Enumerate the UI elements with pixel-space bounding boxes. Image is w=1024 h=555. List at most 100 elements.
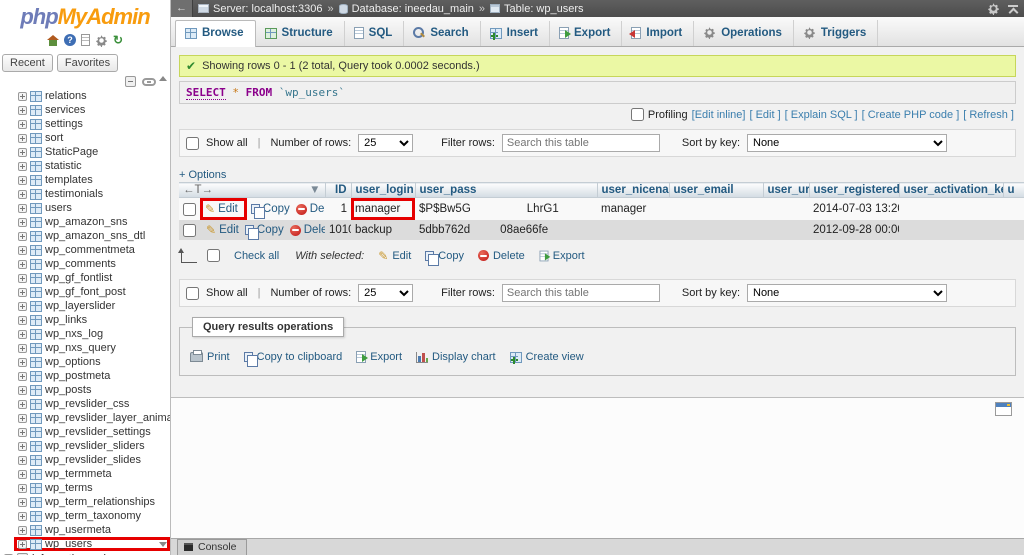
actions-column-header[interactable]: ←T→ ▼ bbox=[179, 183, 325, 198]
recent-button[interactable]: Recent bbox=[2, 54, 53, 72]
sidebar-table-item[interactable]: wp_nxs_log bbox=[14, 327, 170, 341]
expand-icon[interactable] bbox=[18, 456, 27, 465]
edit-inline-link[interactable]: [Edit inline] bbox=[692, 109, 746, 121]
sidebar-table-item[interactable]: wp_revslider_layer_animat bbox=[14, 411, 170, 425]
expand-icon[interactable] bbox=[18, 428, 27, 437]
sidebar-table-item[interactable]: wp_revslider_css bbox=[14, 397, 170, 411]
copy-to-clipboard-link[interactable]: Copy to clipboard bbox=[244, 351, 343, 363]
column-header-id[interactable]: ID bbox=[325, 183, 351, 198]
home-icon[interactable] bbox=[47, 35, 59, 46]
breadcrumb-database[interactable]: Database: ineedau_main bbox=[339, 3, 474, 15]
expand-icon[interactable] bbox=[18, 498, 27, 507]
column-header-user-nicename[interactable]: user_nicename bbox=[597, 183, 669, 198]
sidebar-table-item[interactable]: wp_gf_fontlist bbox=[14, 271, 170, 285]
expand-icon[interactable] bbox=[18, 302, 27, 311]
delete-row-link[interactable]: Delete bbox=[290, 224, 325, 236]
sidebar-table-item[interactable]: settings bbox=[14, 117, 170, 131]
expand-icon[interactable] bbox=[18, 274, 27, 283]
sidebar-table-item[interactable]: wp_postmeta bbox=[14, 369, 170, 383]
display-chart-link[interactable]: Display chart bbox=[416, 351, 496, 363]
console-toggle[interactable]: Console bbox=[177, 539, 247, 555]
sort-by-key-select[interactable]: None bbox=[747, 134, 947, 152]
sidebar-table-item[interactable]: relations bbox=[14, 89, 170, 103]
tab-browse[interactable]: Browse bbox=[175, 20, 256, 47]
expand-icon[interactable] bbox=[18, 414, 27, 423]
copy-row-link[interactable]: Copy bbox=[251, 203, 290, 215]
breadcrumb-table[interactable]: Table: wp_users bbox=[490, 3, 584, 15]
options-toggle[interactable]: + Options bbox=[179, 169, 226, 181]
print-link[interactable]: Print bbox=[190, 351, 230, 363]
page-settings-window-icon[interactable] bbox=[995, 402, 1012, 416]
expand-icon[interactable] bbox=[18, 218, 27, 227]
link-panel-icon[interactable] bbox=[142, 78, 156, 86]
reload-icon[interactable]: ↻ bbox=[113, 34, 123, 46]
sidebar-table-item[interactable]: statistic bbox=[14, 159, 170, 173]
num-rows-select[interactable]: 25 bbox=[358, 284, 413, 302]
sort-desc-icon[interactable]: ▼ bbox=[309, 184, 320, 196]
page-settings-icon[interactable] bbox=[987, 2, 1000, 15]
sidebar-table-item[interactable]: wp_terms bbox=[14, 481, 170, 495]
tab-operations[interactable]: Operations bbox=[694, 20, 794, 46]
expand-icon[interactable] bbox=[18, 442, 27, 451]
sidebar-table-item[interactable]: wp_options bbox=[14, 355, 170, 369]
delete-row-link[interactable]: Delete bbox=[296, 203, 325, 215]
show-all-checkbox[interactable] bbox=[186, 137, 199, 150]
expand-icon[interactable] bbox=[18, 134, 27, 143]
sidebar-table-item[interactable]: wp_nxs_query bbox=[14, 341, 170, 355]
expand-icon[interactable] bbox=[18, 204, 27, 213]
create-view-link[interactable]: Create view bbox=[510, 351, 584, 363]
tab-import[interactable]: Import bbox=[622, 21, 694, 46]
expand-icon[interactable] bbox=[18, 330, 27, 339]
column-header-user-url[interactable]: user_url bbox=[763, 183, 809, 198]
edit-row-link[interactable]: ✎Edit bbox=[205, 203, 238, 215]
refresh-link[interactable]: [ Refresh ] bbox=[963, 109, 1014, 121]
scroll-down-icon[interactable] bbox=[159, 542, 167, 547]
phpmyadmin-logo[interactable]: phpMyAdmin bbox=[0, 0, 170, 30]
expand-icon[interactable] bbox=[18, 246, 27, 255]
expand-icon[interactable] bbox=[18, 176, 27, 185]
sidebar-item-information-schema[interactable]: information_schema bbox=[0, 551, 170, 555]
edit-row-link[interactable]: ✎Edit bbox=[206, 224, 239, 236]
sidebar-table-item[interactable]: wp_layerslider bbox=[14, 299, 170, 313]
tab-insert[interactable]: Insert bbox=[481, 21, 550, 46]
tab-sql[interactable]: SQL bbox=[345, 21, 405, 46]
column-header-user-status[interactable]: u bbox=[1003, 183, 1024, 198]
expand-icon[interactable] bbox=[18, 386, 27, 395]
check-all-link[interactable]: Check all bbox=[234, 250, 279, 262]
collapse-panel-icon[interactable] bbox=[1008, 5, 1018, 13]
sidebar-table-item[interactable]: users bbox=[14, 201, 170, 215]
sidebar-table-item[interactable]: templates bbox=[14, 173, 170, 187]
sidebar-table-item[interactable]: wp_termmeta bbox=[14, 467, 170, 481]
tab-triggers[interactable]: Triggers bbox=[794, 20, 878, 46]
expand-icon[interactable] bbox=[18, 190, 27, 199]
with-selected-copy[interactable]: Copy bbox=[425, 250, 464, 262]
expand-icon[interactable] bbox=[18, 288, 27, 297]
docs-icon[interactable] bbox=[81, 34, 90, 46]
expand-icon[interactable] bbox=[18, 540, 27, 549]
sidebar-table-item[interactable]: services bbox=[14, 103, 170, 117]
with-selected-delete[interactable]: Delete bbox=[478, 250, 525, 262]
show-all-checkbox[interactable] bbox=[186, 287, 199, 300]
scroll-up-icon[interactable] bbox=[159, 76, 167, 81]
expand-icon[interactable] bbox=[18, 344, 27, 353]
sidebar-table-item[interactable]: wp_term_relationships bbox=[14, 495, 170, 509]
expand-icon[interactable] bbox=[18, 400, 27, 409]
row-checkbox[interactable] bbox=[183, 224, 196, 237]
expand-icon[interactable] bbox=[18, 106, 27, 115]
expand-icon[interactable] bbox=[18, 120, 27, 129]
expand-icon[interactable] bbox=[18, 162, 27, 171]
expand-icon[interactable] bbox=[18, 358, 27, 367]
profiling-checkbox[interactable] bbox=[631, 108, 644, 121]
expand-icon[interactable] bbox=[18, 92, 27, 101]
explain-sql-link[interactable]: [ Explain SQL ] bbox=[785, 109, 858, 121]
sidebar-table-item[interactable]: sort bbox=[14, 131, 170, 145]
expand-icon[interactable] bbox=[18, 148, 27, 157]
settings-icon[interactable] bbox=[95, 34, 108, 47]
sidebar-table-item[interactable]: wp_revslider_settings bbox=[14, 425, 170, 439]
sidebar-table-item[interactable]: wp_revslider_sliders bbox=[14, 439, 170, 453]
tab-structure[interactable]: Structure bbox=[256, 21, 345, 46]
sidebar-table-item[interactable]: testimonials bbox=[14, 187, 170, 201]
favorites-button[interactable]: Favorites bbox=[57, 54, 118, 72]
back-button[interactable]: ← bbox=[171, 0, 193, 17]
sidebar-table-item[interactable]: wp_revslider_slides bbox=[14, 453, 170, 467]
